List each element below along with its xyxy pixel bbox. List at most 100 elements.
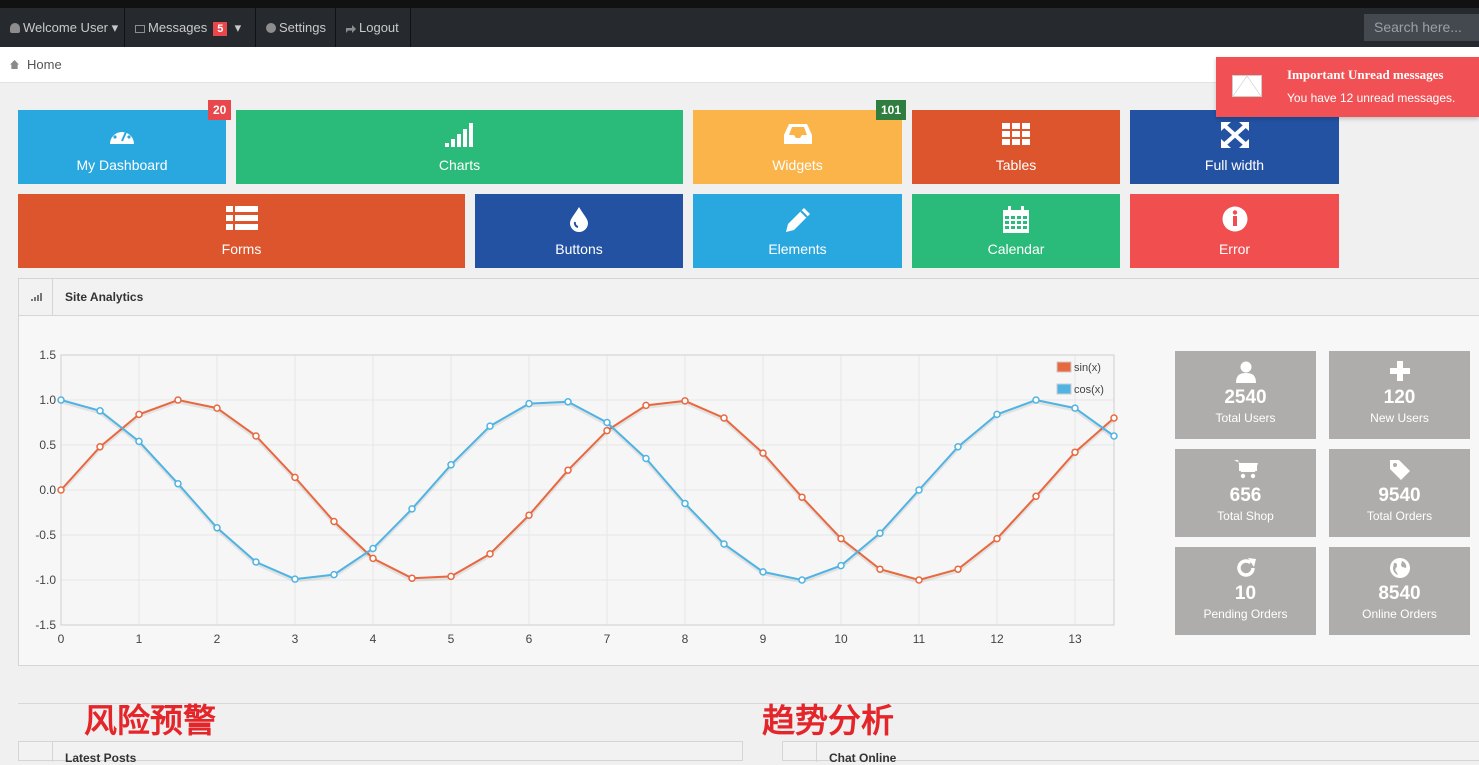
tile-label: Calendar: [987, 241, 1045, 257]
stat-label: Total Orders: [1366, 509, 1433, 523]
data-point: [369, 554, 377, 563]
panel-icon-box: [783, 742, 817, 762]
risk-warning-title: 风险预警: [84, 701, 216, 740]
data-point: [642, 454, 650, 463]
data-point: [1032, 492, 1040, 501]
tile-label: Error: [1218, 241, 1251, 257]
data-point: [798, 576, 806, 584]
x-tick-label: 8: [682, 632, 689, 646]
data-point: [330, 517, 338, 526]
x-tick-label: 4: [370, 632, 377, 646]
stat-value: 656: [1229, 485, 1262, 506]
y-tick-label: 0.5: [39, 438, 56, 452]
breadcrumb-home[interactable]: Home: [27, 57, 62, 72]
legend-label: sin(x): [1074, 362, 1101, 374]
data-point: [1110, 432, 1118, 440]
site-analytics-panel: Site Analytics 0 1 2 3 4 5 6 7 8 9 10 11 12 13 1.5 1.0 0…: [18, 278, 1479, 666]
y-tick-label: -0.5: [35, 528, 56, 542]
data-point: [135, 437, 143, 446]
data-point: [447, 461, 455, 469]
welcome-user-menu[interactable]: Welcome User ▾: [0, 8, 125, 47]
top-strip: [0, 0, 1479, 8]
search-input[interactable]: Search here...: [1364, 14, 1479, 41]
x-tick-label: 9: [760, 632, 767, 646]
stat-value: 8540: [1378, 583, 1421, 604]
x-tick-label: 2: [214, 632, 221, 646]
data-point: [525, 399, 533, 408]
data-point: [174, 479, 182, 488]
x-tick-label: 11: [913, 632, 926, 646]
data-point: [642, 401, 650, 410]
stat-pending-orders[interactable]: 10 Pending Orders: [1175, 547, 1316, 635]
y-tick-label: 1.0: [39, 393, 56, 407]
tile-label: Buttons: [555, 241, 603, 257]
data-point: [1071, 448, 1079, 456]
info-circle-icon: [1222, 206, 1248, 238]
tile-forms[interactable]: Forms: [18, 194, 465, 268]
data-point: [876, 565, 884, 573]
panel-header: Site Analytics: [19, 279, 1479, 316]
envelope-icon: [135, 25, 145, 33]
latest-posts-panel: Latest Posts: [18, 741, 743, 765]
logout-link[interactable]: Logout: [336, 8, 411, 47]
expand-arrows-icon: [1220, 122, 1249, 154]
stat-online-orders[interactable]: 8540 Online Orders: [1329, 547, 1470, 635]
tile-my-dashboard[interactable]: My Dashboard 20: [18, 100, 232, 184]
droplet-icon: [569, 206, 589, 238]
x-tick-label: 10: [834, 632, 848, 646]
sin-cos-line-chart: 0 1 2 3 4 5 6 7 8 9 10 11 12 131.51.00.50.0-0.5-1.0-1…: [35, 348, 1118, 646]
data-point: [330, 570, 338, 579]
x-tick-label: 0: [58, 632, 65, 646]
data-point: [564, 466, 572, 474]
y-tick-label: 1.5: [39, 348, 56, 362]
data-point: [993, 534, 1001, 543]
tile-tables[interactable]: Tables: [912, 110, 1120, 184]
messages-menu[interactable]: Messages 5 ▾: [125, 8, 256, 47]
signal-bars-icon: [19, 279, 53, 315]
stat-label: New Users: [1370, 411, 1429, 425]
grid-table-icon: [1001, 122, 1031, 152]
legend-swatch: [1056, 383, 1072, 395]
panel-title: Latest Posts: [65, 751, 137, 765]
stat-value: 9540: [1378, 485, 1421, 506]
data-point: [837, 561, 845, 570]
calendar-icon: [1002, 206, 1030, 240]
settings-link[interactable]: Settings: [256, 8, 336, 47]
legend-label: cos(x): [1074, 384, 1104, 396]
unread-messages-notification[interactable]: Important Unread messages You have 12 un…: [1216, 57, 1479, 117]
tile-charts[interactable]: Charts: [236, 110, 683, 184]
home-icon: [10, 60, 19, 69]
stat-total-orders[interactable]: 9540 Total Orders: [1329, 449, 1470, 537]
x-tick-label: 12: [990, 632, 1004, 646]
tile-error[interactable]: Error: [1130, 194, 1339, 268]
panel-icon-box: [19, 742, 53, 762]
data-point: [252, 558, 260, 566]
data-point: [1032, 396, 1040, 404]
stat-new-users[interactable]: 120 New Users: [1329, 351, 1470, 439]
globe-icon: [1329, 557, 1470, 584]
tile-buttons[interactable]: Buttons: [475, 194, 683, 268]
stat-value: 10: [1234, 583, 1257, 604]
tile-widgets[interactable]: Widgets 101: [693, 100, 907, 184]
tile-calendar[interactable]: Calendar: [912, 194, 1120, 268]
stat-total-users[interactable]: 2540 Total Users: [1175, 351, 1316, 439]
data-point: [759, 449, 767, 457]
x-tick-label: 1: [136, 632, 143, 646]
data-point: [915, 486, 923, 494]
x-tick-label: 13: [1068, 632, 1082, 646]
tile-elements[interactable]: Elements: [693, 194, 902, 268]
tile-full-width[interactable]: Full width: [1130, 110, 1339, 184]
data-point: [174, 396, 182, 404]
data-point: [57, 486, 65, 494]
signal-bars-icon: [444, 122, 476, 154]
data-point: [876, 529, 884, 537]
user-icon: [10, 23, 20, 33]
stat-label: Pending Orders: [1203, 607, 1288, 621]
stat-total-shop[interactable]: 656 Total Shop: [1175, 449, 1316, 537]
data-point: [954, 443, 962, 451]
notification-body: You have 12 unread messages.: [1287, 91, 1456, 105]
trend-analysis-title: 趋势分析: [762, 701, 894, 740]
stat-label: Total Shop: [1217, 509, 1274, 523]
data-point: [525, 511, 533, 519]
data-point: [369, 544, 377, 553]
